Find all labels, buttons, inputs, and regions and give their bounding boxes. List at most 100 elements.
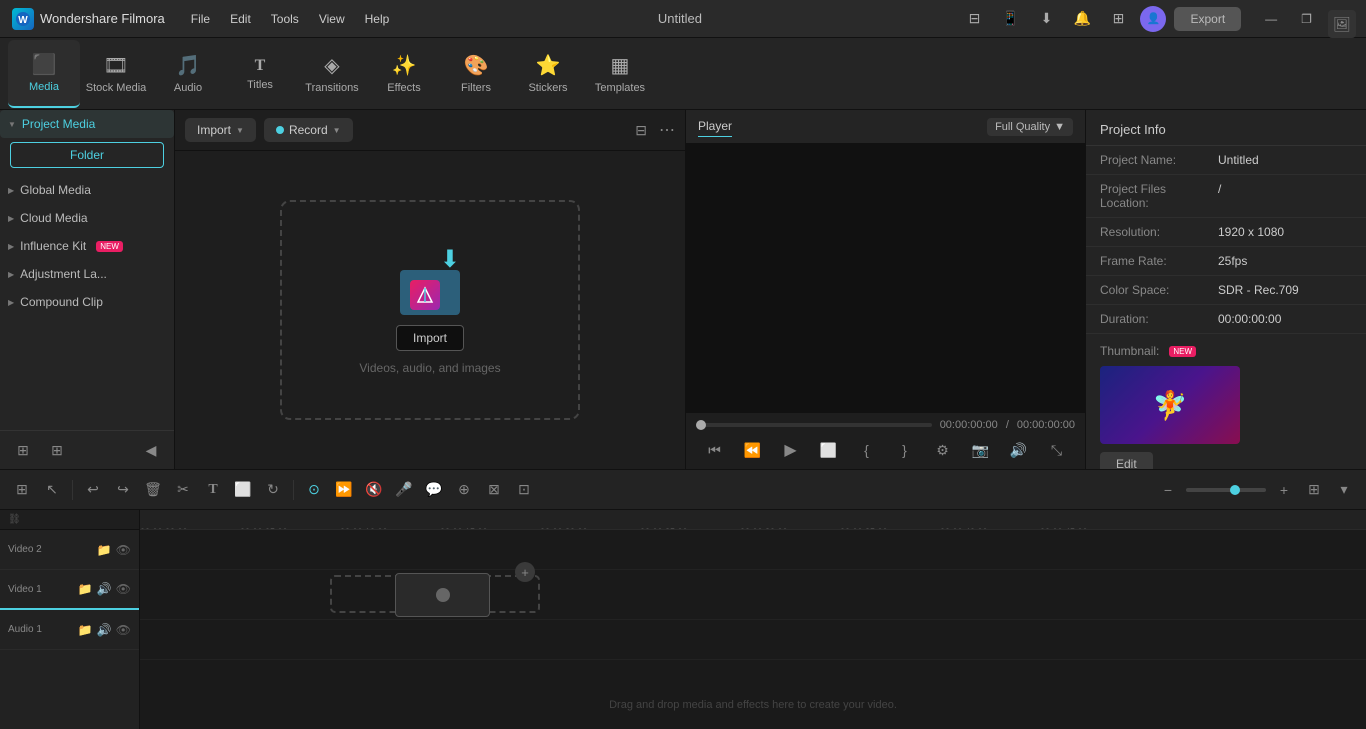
toolbar-item-audio[interactable]: 🎵 Audio bbox=[152, 40, 224, 108]
track-lane-video2[interactable] bbox=[140, 530, 1366, 570]
play-button[interactable]: ▶ bbox=[778, 437, 804, 463]
zoom-handle[interactable] bbox=[1230, 485, 1240, 495]
snapshot-button[interactable]: 📷 bbox=[968, 437, 994, 463]
import-inner-button[interactable]: Import bbox=[396, 325, 464, 351]
drag-drop-hint: Drag and drop media and effects here to … bbox=[609, 697, 897, 711]
add-folder-button[interactable]: ⊞ bbox=[10, 437, 36, 463]
track-v2-lock-icon[interactable]: 📁 bbox=[97, 543, 112, 557]
notification-btn[interactable]: 🔔 bbox=[1068, 5, 1096, 33]
download-btn[interactable]: ⬇ bbox=[1032, 5, 1060, 33]
track-a1-folder-icon[interactable]: 📁 bbox=[78, 623, 93, 637]
toolbar-item-stock-media[interactable]: 🎞 Stock Media bbox=[80, 40, 152, 108]
zoom-out-button[interactable]: − bbox=[1154, 476, 1182, 504]
media-clip-thumb[interactable] bbox=[395, 573, 490, 617]
toolbar-item-effects[interactable]: ✨ Effects bbox=[368, 40, 440, 108]
mark-out-button[interactable]: } bbox=[892, 437, 918, 463]
toolbar-item-transitions[interactable]: ◈ Transitions bbox=[296, 40, 368, 108]
menu-help[interactable]: Help bbox=[355, 8, 400, 30]
timeline-voice-button[interactable]: 🎤 bbox=[390, 476, 418, 504]
timeline-merge-button[interactable]: ⊠ bbox=[480, 476, 508, 504]
toolbar-item-filters[interactable]: 🎨 Filters bbox=[440, 40, 512, 108]
menu-view[interactable]: View bbox=[309, 8, 355, 30]
track-lane-audio1[interactable] bbox=[140, 620, 1366, 660]
volume-button[interactable]: 🔊 bbox=[1006, 437, 1032, 463]
record-button[interactable]: Record ▼ bbox=[264, 118, 353, 142]
timeline-detach-button[interactable]: ⊡ bbox=[510, 476, 538, 504]
edit-thumbnail-button[interactable]: Edit bbox=[1100, 452, 1153, 469]
track-a1-eye-icon[interactable]: 👁 bbox=[116, 623, 131, 637]
filter-icon[interactable]: ⊟ bbox=[635, 122, 647, 139]
timeline-undo-button[interactable]: ↩ bbox=[79, 476, 107, 504]
grid-view-button[interactable]: ⊞ bbox=[1300, 476, 1328, 504]
toolbar-item-media[interactable]: ⬛ Media bbox=[8, 40, 80, 108]
project-media-label: Project Media bbox=[22, 117, 95, 131]
timeline-record-button[interactable]: ⊙ bbox=[300, 476, 328, 504]
import-button[interactable]: Import ▼ bbox=[185, 118, 256, 142]
more-options-icon[interactable]: ⋯ bbox=[659, 120, 675, 140]
menu-edit[interactable]: Edit bbox=[220, 8, 261, 30]
sidebar-item-cloud-media[interactable]: ▶ Cloud Media bbox=[0, 204, 174, 232]
add-to-timeline-button[interactable]: + bbox=[515, 562, 535, 582]
track-header-audio1: Audio 1 📁 🔊 👁 bbox=[0, 610, 139, 650]
timeline-crop-button[interactable]: ⬜ bbox=[229, 476, 257, 504]
toolbar-item-templates[interactable]: ▦ Templates bbox=[584, 40, 656, 108]
fullscreen-button[interactable]: ⤡ bbox=[1044, 437, 1070, 463]
timeline-copy-button[interactable]: ⊕ bbox=[450, 476, 478, 504]
sidebar-folder-button[interactable]: Folder bbox=[10, 142, 164, 168]
track-v1-eye-icon[interactable]: 👁 bbox=[116, 582, 131, 596]
timeline-speed-button[interactable]: ⏩ bbox=[330, 476, 358, 504]
adjustment-layer-arrow: ▶ bbox=[8, 270, 14, 279]
toolbar-item-titles[interactable]: T Titles bbox=[224, 40, 296, 108]
export-button[interactable]: Export bbox=[1174, 7, 1241, 31]
color-space-label: Color Space: bbox=[1100, 283, 1210, 297]
track-v2-eye-icon[interactable]: 👁 bbox=[116, 543, 131, 557]
progress-bar[interactable] bbox=[696, 423, 932, 427]
minimize-screen-btn[interactable]: ⊟ bbox=[960, 5, 988, 33]
avatar-btn[interactable]: 👤 bbox=[1140, 6, 1166, 32]
player-tab[interactable]: Player bbox=[698, 116, 732, 137]
collapse-sidebar-button[interactable]: ◀ bbox=[138, 437, 164, 463]
timeline-pointer-tool[interactable]: ↖ bbox=[38, 476, 66, 504]
global-media-arrow: ▶ bbox=[8, 186, 14, 195]
timeline-redo-button[interactable]: ↪ bbox=[109, 476, 137, 504]
sidebar-item-compound-clip[interactable]: ▶ Compound Clip bbox=[0, 288, 174, 316]
timeline-select-tool[interactable]: ⊞ bbox=[8, 476, 36, 504]
timeline-text-button[interactable]: T bbox=[199, 476, 227, 504]
sidebar-item-global-media[interactable]: ▶ Global Media bbox=[0, 176, 174, 204]
menu-file[interactable]: File bbox=[181, 8, 220, 30]
skip-back-button[interactable]: ⏮ bbox=[702, 437, 728, 463]
menu-tools[interactable]: Tools bbox=[261, 8, 309, 30]
stop-button[interactable]: ⬜ bbox=[816, 437, 842, 463]
record-label: Record bbox=[289, 123, 328, 137]
sidebar-item-project-media[interactable]: ▼ Project Media bbox=[0, 110, 174, 138]
window-maximize[interactable]: ❐ bbox=[1293, 8, 1320, 30]
layout-btn[interactable]: ⊞ bbox=[1104, 5, 1132, 33]
timeline-subtitle-button[interactable]: 💬 bbox=[420, 476, 448, 504]
zoom-in-button[interactable]: + bbox=[1270, 476, 1298, 504]
timeline-toolbar: ⊞ ↖ ↩ ↪ 🗑 ✂ T ⬜ ↻ ⊙ ⏩ 🔇 🎤 💬 ⊕ ⊠ ⊡ − + ⊞ … bbox=[0, 470, 1366, 510]
step-back-button[interactable]: ⏪ bbox=[740, 437, 766, 463]
track-a1-mute-icon[interactable]: 🔊 bbox=[97, 623, 112, 637]
sidebar-item-influence-kit[interactable]: ▶ Influence Kit NEW bbox=[0, 232, 174, 260]
track-lane-video1[interactable]: + bbox=[140, 570, 1366, 620]
window-minimize[interactable]: — bbox=[1257, 8, 1285, 30]
track-v1-volume-icon[interactable]: 🔊 bbox=[97, 582, 112, 596]
timeline-delete-button[interactable]: 🗑 bbox=[139, 476, 167, 504]
clip-settings-button[interactable]: ⚙ bbox=[930, 437, 956, 463]
zoom-slider[interactable] bbox=[1186, 488, 1266, 492]
frame-rate-label: Frame Rate: bbox=[1100, 254, 1210, 268]
mark-in-button[interactable]: { bbox=[854, 437, 880, 463]
timeline-cut-button[interactable]: ✂ bbox=[169, 476, 197, 504]
media-icon: ⬛ bbox=[32, 52, 57, 77]
grid-options-button[interactable]: ▾ bbox=[1330, 476, 1358, 504]
timeline-rotate-button[interactable]: ↻ bbox=[259, 476, 287, 504]
timeline-silence-button[interactable]: 🔇 bbox=[360, 476, 388, 504]
player-header: Player Full Quality ▼ 🖼 bbox=[686, 110, 1085, 144]
quality-select[interactable]: Full Quality ▼ bbox=[987, 118, 1073, 136]
add-item-button[interactable]: ⊞ bbox=[44, 437, 70, 463]
sidebar-item-adjustment-layer[interactable]: ▶ Adjustment La... bbox=[0, 260, 174, 288]
mobile-btn[interactable]: 📱 bbox=[996, 5, 1024, 33]
progress-handle[interactable] bbox=[696, 420, 706, 430]
toolbar-item-stickers[interactable]: ⭐ Stickers bbox=[512, 40, 584, 108]
track-v1-folder-icon[interactable]: 📁 bbox=[78, 582, 93, 596]
